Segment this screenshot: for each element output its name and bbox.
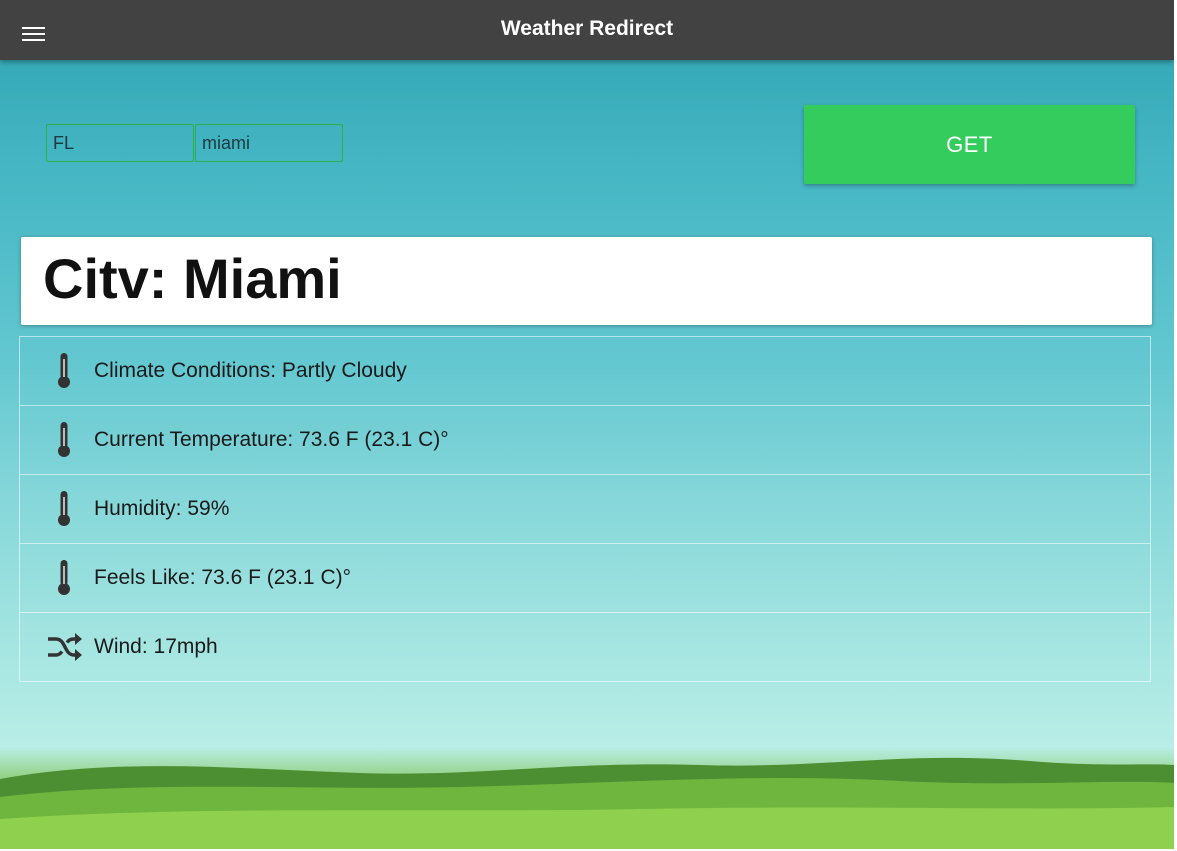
city-input[interactable] [195, 124, 343, 162]
thermometer-icon [58, 491, 70, 526]
climate-conditions-text: Climate Conditions: Partly Cloudy [94, 359, 407, 382]
background-hills [0, 757, 1174, 849]
weather-details-list: Climate Conditions: Partly Cloudy Curren… [19, 336, 1151, 682]
current-temperature-text: Current Temperature: 73.6 F (23.1 C)° [94, 428, 449, 451]
thermometer-icon [58, 422, 70, 457]
get-button[interactable]: GET [804, 105, 1135, 184]
state-input[interactable] [46, 124, 194, 162]
thermometer-icon [58, 560, 70, 595]
wind-text: Wind: 17mph [94, 635, 218, 658]
list-item-feels-like: Feels Like: 73.6 F (23.1 C)° [20, 544, 1150, 613]
list-item-climate-conditions: Climate Conditions: Partly Cloudy [20, 337, 1150, 406]
feels-like-text: Feels Like: 73.6 F (23.1 C)° [94, 566, 352, 589]
list-item-wind: Wind: 17mph [20, 613, 1150, 681]
list-item-humidity: Humidity: 59% [20, 475, 1150, 544]
city-title: Citv: Miami [43, 247, 342, 310]
thermometer-icon [58, 353, 70, 388]
app-title: Weather Redirect [500, 17, 674, 40]
city-card: Citv: Miami [21, 237, 1152, 325]
shuffle-icon [48, 633, 82, 661]
app-header: Weather Redirect [0, 0, 1174, 60]
app-window: Weather Redirect GET Citv: Miami Climate… [0, 0, 1174, 849]
humidity-text: Humidity: 59% [94, 497, 230, 520]
list-item-current-temperature: Current Temperature: 73.6 F (23.1 C)° [20, 406, 1150, 475]
